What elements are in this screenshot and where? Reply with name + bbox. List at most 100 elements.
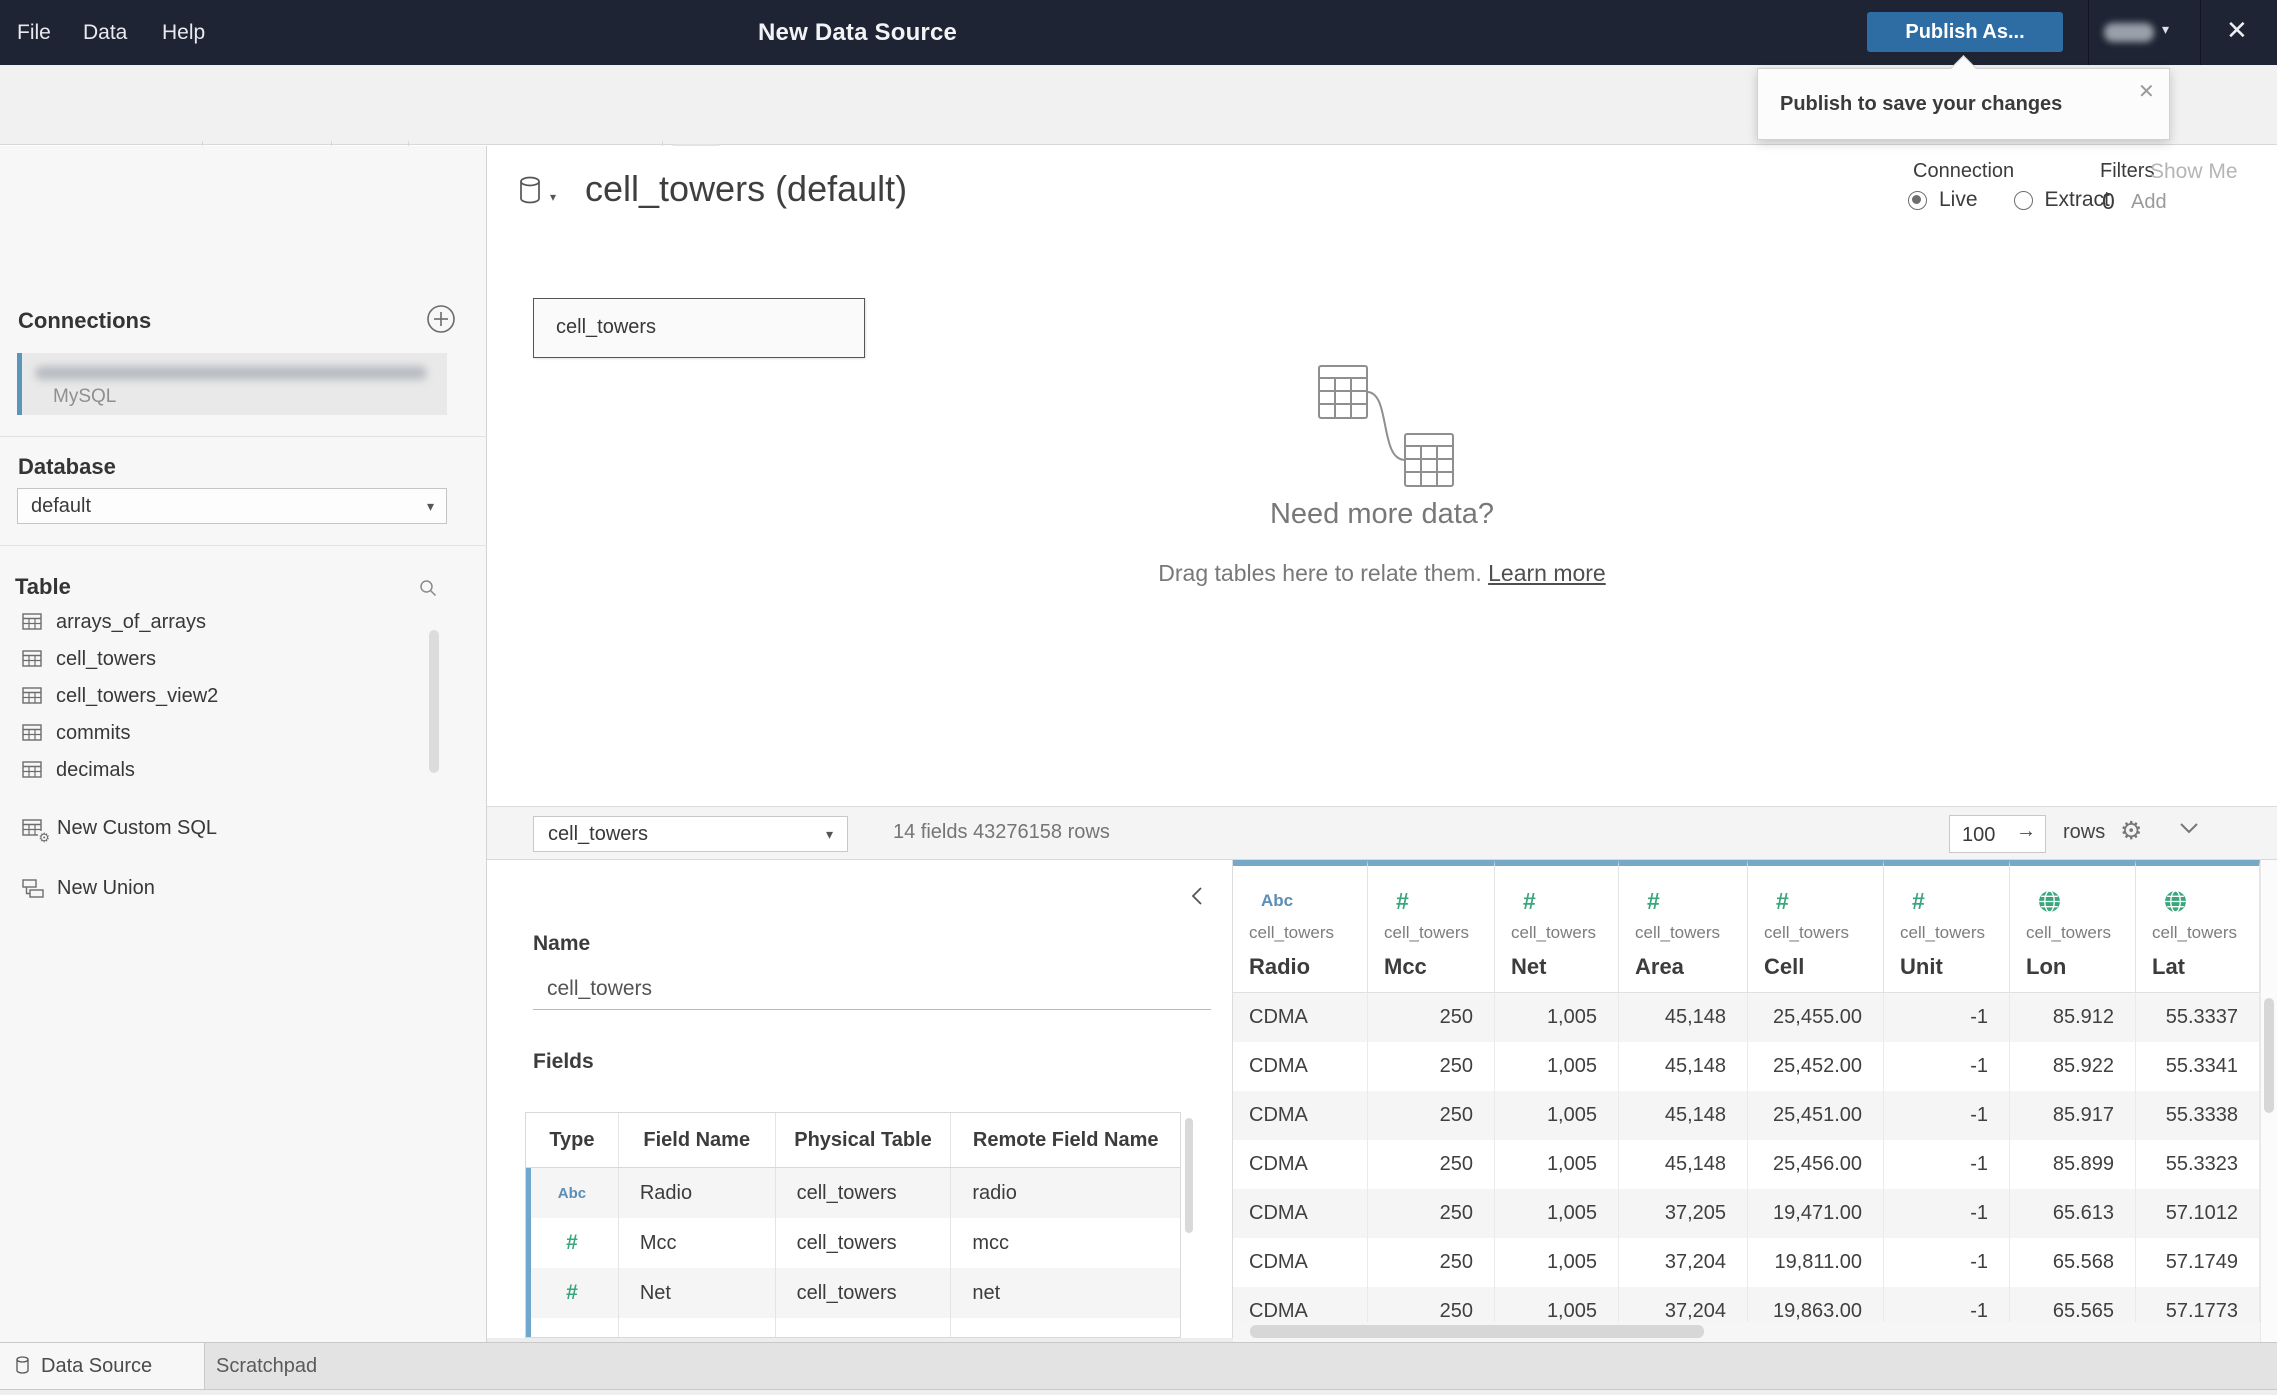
datasource-title: cell_towers (default) bbox=[585, 168, 908, 209]
grid-cell: 65.568 bbox=[2010, 1238, 2136, 1287]
grid-cell: 1,005 bbox=[1495, 1140, 1619, 1189]
grid-column-table-name: cell_towers bbox=[1249, 923, 1335, 942]
grid-cell: 1,005 bbox=[1495, 1189, 1619, 1238]
sidebar-table-item-cell_towers[interactable]: cell_towers bbox=[0, 641, 470, 678]
new-union-button[interactable]: New Union bbox=[0, 868, 470, 908]
tab-data-source-label: Data Source bbox=[41, 1355, 153, 1377]
grid-cell: -1 bbox=[1884, 993, 2010, 1042]
number-type-icon: # bbox=[1647, 887, 1660, 914]
grid-column-header-unit[interactable]: # cell_towers Unit bbox=[1884, 860, 2010, 993]
sidebar-table-item-decimals[interactable]: decimals bbox=[0, 752, 470, 789]
connection-options: Live Extract bbox=[1908, 188, 2110, 212]
search-icon[interactable] bbox=[418, 578, 438, 603]
table-list-scrollbar[interactable] bbox=[429, 630, 439, 773]
grid-vertical-scrollbar-thumb[interactable] bbox=[2264, 998, 2274, 1113]
gear-icon[interactable]: ⚙ bbox=[2120, 816, 2142, 846]
grid-column-header-lat[interactable]: cell_towers Lat bbox=[2136, 860, 2260, 993]
rows-label: rows bbox=[2063, 821, 2106, 843]
grid-column-field-name: Radio bbox=[1249, 954, 1311, 979]
menu-data[interactable]: Data bbox=[83, 0, 127, 65]
tab-scratchpad[interactable]: Scratchpad bbox=[216, 1343, 317, 1389]
grid-cell: 55.3338 bbox=[2136, 1091, 2260, 1140]
fields-table-scrollbar[interactable] bbox=[1185, 1118, 1193, 1233]
grid-cell: 37,204 bbox=[1619, 1238, 1748, 1287]
datasource-cylinder-icon bbox=[15, 1356, 30, 1380]
add-connection-icon[interactable] bbox=[426, 304, 456, 339]
logical-table-node[interactable]: cell_towers bbox=[533, 298, 865, 358]
grid-cell: CDMA bbox=[1233, 1189, 1368, 1238]
sidebar-divider bbox=[0, 436, 487, 437]
connection-name-redacted bbox=[35, 366, 427, 380]
connection-option-live[interactable]: Live bbox=[1908, 188, 1978, 212]
field-type-cell: # bbox=[526, 1268, 619, 1318]
close-icon[interactable]: ✕ bbox=[2226, 15, 2248, 46]
string-type-icon: Abc bbox=[557, 1184, 587, 1202]
sidebar-table-item-commits[interactable]: commits bbox=[0, 715, 470, 752]
fields-rows-summary: 14 fields 43276158 rows bbox=[893, 821, 1110, 843]
tooltip-close-icon[interactable]: ✕ bbox=[2138, 79, 2155, 104]
table-name-input[interactable] bbox=[533, 968, 1211, 1010]
grid-column-header-cell[interactable]: # cell_towers Cell bbox=[1748, 860, 1884, 993]
menu-file[interactable]: File bbox=[17, 0, 51, 65]
tab-data-source[interactable]: Data Source bbox=[0, 1343, 205, 1389]
left-pane: Connections MySQL Database default ▾ Tab… bbox=[0, 146, 487, 1342]
show-me-button[interactable]: Show Me bbox=[2150, 160, 2238, 184]
top-bar: File Data Help New Data Source Publish A… bbox=[0, 0, 2277, 65]
learn-more-link[interactable]: Learn more bbox=[1488, 560, 1606, 586]
grid-cell: 25,455.00 bbox=[1748, 993, 1884, 1042]
globe-icon bbox=[2038, 886, 2135, 916]
datasource-cylinder-icon[interactable] bbox=[518, 176, 542, 209]
connection-option-extract[interactable]: Extract bbox=[2013, 188, 2110, 212]
table-icon bbox=[22, 650, 44, 669]
database-select[interactable]: default ▾ bbox=[17, 488, 447, 524]
grid-column-header-net[interactable]: # cell_towers Net bbox=[1495, 860, 1619, 993]
grid-cell: 37,204 bbox=[1619, 1287, 1748, 1322]
grid-cell: 25,451.00 bbox=[1748, 1091, 1884, 1140]
grid-cell: CDMA bbox=[1233, 1140, 1368, 1189]
grid-vertical-scrollbar bbox=[2260, 860, 2277, 1342]
grid-column-header-mcc[interactable]: # cell_towers Mcc bbox=[1368, 860, 1495, 993]
fields-table-row[interactable] bbox=[526, 1318, 1180, 1337]
chevron-down-icon[interactable]: ▾ bbox=[550, 190, 556, 204]
sidebar-table-item-cell_towers_view2[interactable]: cell_towers_view2 bbox=[0, 678, 470, 715]
preview-table-select[interactable]: cell_towers ▾ bbox=[533, 816, 848, 852]
grid-cell: 19,811.00 bbox=[1748, 1238, 1884, 1287]
fields-table-row[interactable]: # Net cell_towers net bbox=[526, 1268, 1180, 1318]
field-type-cell bbox=[526, 1318, 619, 1337]
connection-item[interactable]: MySQL bbox=[17, 353, 447, 415]
filters-count: 0 bbox=[2102, 188, 2115, 214]
grid-cell: 45,148 bbox=[1619, 993, 1748, 1042]
collapse-preview-icon[interactable] bbox=[2179, 821, 2199, 839]
fields-table-cell: cell_towers bbox=[776, 1168, 952, 1218]
table-gear-icon: ⚙ bbox=[22, 818, 50, 844]
field-type-cell: # bbox=[526, 1218, 619, 1268]
preview-table-select-value: cell_towers bbox=[548, 823, 649, 845]
grid-horizontal-scrollbar-thumb[interactable] bbox=[1250, 1325, 1704, 1338]
sidebar-table-item-arrays_of_arrays[interactable]: arrays_of_arrays bbox=[0, 604, 470, 641]
grid-row: CDMA 250 1,005 45,148 25,456.00 -1 85.899 55.33… bbox=[1233, 1140, 2260, 1189]
database-select-value: default bbox=[31, 495, 92, 517]
menu-help[interactable]: Help bbox=[162, 0, 205, 65]
account-menu[interactable] bbox=[2104, 23, 2154, 42]
grid-row: CDMA 250 1,005 37,205 19,471.00 -1 65.613 57.10… bbox=[1233, 1189, 2260, 1238]
new-union-label: New Union bbox=[57, 876, 155, 899]
fields-table-row[interactable]: # Mcc cell_towers mcc bbox=[526, 1218, 1180, 1268]
table-icon bbox=[22, 687, 44, 706]
apply-row-count-icon[interactable]: → bbox=[2016, 820, 2036, 843]
number-type-icon: # bbox=[1776, 887, 1789, 914]
chevron-down-icon[interactable]: ▾ bbox=[2162, 21, 2169, 38]
grid-column-header-radio[interactable]: Abc cell_towers Radio bbox=[1233, 860, 1368, 993]
radio-icon[interactable] bbox=[2013, 190, 2033, 210]
filters-add-button[interactable]: Add bbox=[2131, 191, 2167, 214]
database-header: Database bbox=[18, 454, 116, 479]
collapse-panel-icon[interactable] bbox=[1191, 886, 1203, 911]
publish-as-button[interactable]: Publish As... bbox=[1867, 12, 2063, 52]
new-custom-sql-button[interactable]: ⚙ New Custom SQL bbox=[0, 808, 470, 848]
grid-column-header-area[interactable]: # cell_towers Area bbox=[1619, 860, 1748, 993]
fields-table-row[interactable]: Abc Radio cell_towers radio bbox=[526, 1168, 1180, 1218]
grid-column-header-lon[interactable]: cell_towers Lon bbox=[2010, 860, 2136, 993]
grid-cell: 55.3341 bbox=[2136, 1042, 2260, 1091]
radio-icon[interactable] bbox=[1908, 190, 1927, 210]
grid-cell: CDMA bbox=[1233, 1287, 1368, 1322]
grid-row: CDMA 250 1,005 37,204 19,811.00 -1 65.568 57.17… bbox=[1233, 1238, 2260, 1287]
